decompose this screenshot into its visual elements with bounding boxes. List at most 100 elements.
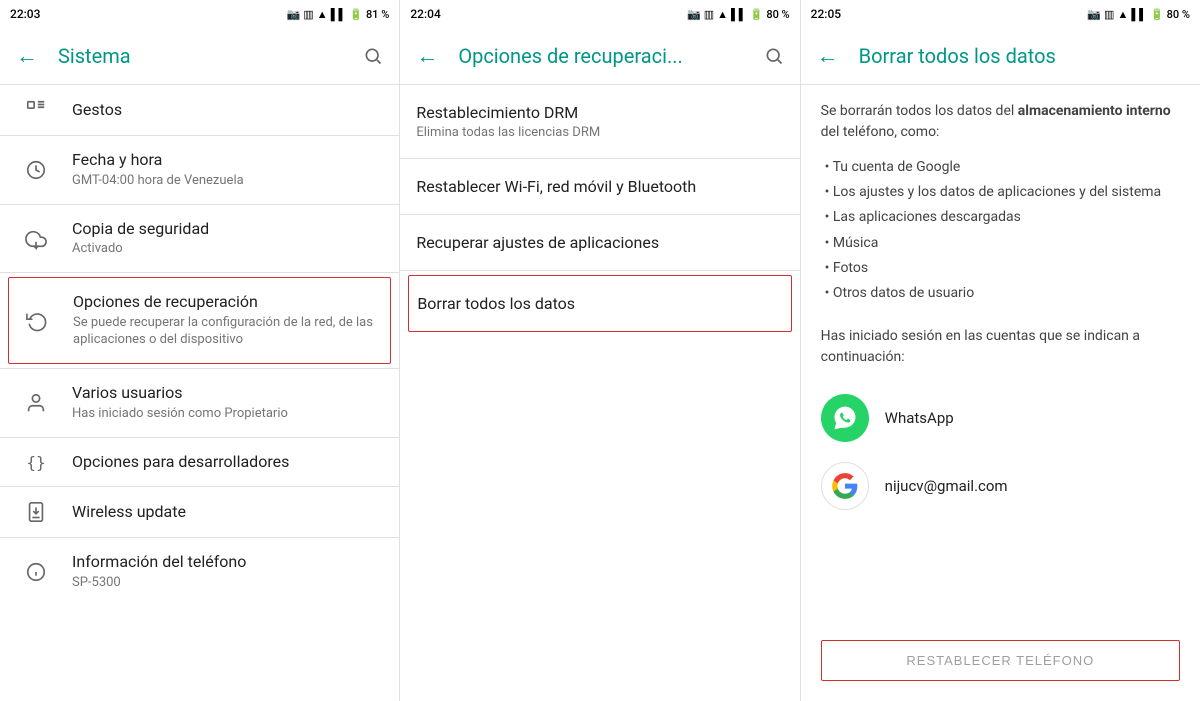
- borrar-list: • Tu cuenta de Google • Los ajustes y lo…: [821, 155, 1180, 306]
- vibrate-icon-1: ▥: [303, 8, 313, 21]
- wifi-icon-2: ▲: [717, 8, 728, 21]
- wifi-title: Restablecer Wi-Fi, red móvil y Bluetooth: [416, 177, 783, 196]
- wireless-title: Wireless update: [72, 502, 383, 523]
- recovery-drm[interactable]: Restablecimiento DRM Elimina todas las l…: [400, 85, 799, 158]
- account-whatsapp: WhatsApp: [821, 384, 1180, 452]
- battery-text-2: 80 %: [766, 8, 789, 21]
- list-item-ajustes: • Los ajustes y los datos de aplicacione…: [825, 180, 1180, 205]
- signal-icon-1: ▌▌: [331, 8, 347, 21]
- usuarios-subtitle: Has iniciado sesión como Propietario: [72, 406, 383, 423]
- fecha-subtitle: GMT-04:00 hora de Venezuela: [72, 173, 383, 190]
- recovery-wifi[interactable]: Restablecer Wi-Fi, red móvil y Bluetooth: [400, 159, 799, 214]
- panel3-title: Borrar todos los datos: [859, 44, 1184, 68]
- panel3-body: Se borrarán todos los datos del almacena…: [801, 85, 1200, 624]
- signal-icon-3: ▌▌: [1131, 8, 1147, 21]
- recovery-borrar[interactable]: Borrar todos los datos: [408, 275, 791, 332]
- status-time-3: 22:05: [811, 7, 841, 21]
- status-time-1: 22:03: [10, 7, 40, 21]
- status-bar-panel2: 22:04 📷 ▥ ▲ ▌▌ 🔋 80 %: [400, 0, 800, 28]
- search-button-2[interactable]: [764, 46, 784, 66]
- drm-title: Restablecimiento DRM: [416, 103, 783, 122]
- ajustes-title: Recuperar ajustes de aplicaciones: [416, 233, 783, 252]
- camera-icon-3: 📷: [1087, 8, 1101, 21]
- copia-text: Copia de seguridad Activado: [72, 219, 383, 259]
- copia-subtitle: Activado: [72, 241, 383, 258]
- fecha-text: Fecha y hora GMT-04:00 hora de Venezuela: [72, 150, 383, 190]
- opciones-subtitle: Se puede recuperar la configuración de l…: [73, 315, 382, 349]
- download-icon: [16, 501, 56, 523]
- panel3-header: ← Borrar todos los datos: [801, 28, 1200, 84]
- info-icon: [16, 561, 56, 583]
- status-bar-panel1: 22:03 📷 ▥ ▲ ▌▌ 🔋 81 %: [0, 0, 400, 28]
- back-button-2[interactable]: ←: [416, 43, 438, 69]
- setting-fecha[interactable]: Fecha y hora GMT-04:00 hora de Venezuela: [0, 136, 399, 204]
- battery-text-1: 81 %: [366, 8, 389, 21]
- battery-text-3: 80 %: [1167, 8, 1190, 21]
- divider-ajustes: [400, 270, 799, 271]
- whatsapp-name: WhatsApp: [885, 409, 954, 427]
- battery-icon-1: 🔋: [349, 8, 363, 21]
- gestos-icon: [16, 99, 56, 121]
- signal-icon-2: ▌▌: [731, 8, 747, 21]
- account-google: nijucv@gmail.com: [821, 452, 1180, 520]
- vibrate-icon-2: ▥: [704, 8, 714, 21]
- panel-sistema: ← Sistema Gestos: [0, 28, 400, 701]
- reset-button-container: RESTABLECER TELÉFONO: [801, 624, 1200, 701]
- setting-gestos[interactable]: Gestos: [0, 85, 399, 135]
- info-title: Información del teléfono: [72, 552, 383, 573]
- info-subtitle: SP-5300: [72, 575, 383, 592]
- list-item-fotos: • Fotos: [825, 256, 1180, 281]
- dev-title: Opciones para desarrolladores: [72, 452, 383, 473]
- back-button-1[interactable]: ←: [16, 43, 38, 69]
- opciones-text: Opciones de recuperación Se puede recupe…: [73, 292, 382, 349]
- setting-usuarios[interactable]: Varios usuarios Has iniciado sesión como…: [0, 369, 399, 437]
- search-button-1[interactable]: [363, 46, 383, 66]
- reset-button[interactable]: RESTABLECER TELÉFONO: [821, 640, 1180, 681]
- wifi-icon-1: ▲: [317, 8, 328, 21]
- clock-icon: [16, 159, 56, 181]
- battery-icon-2: 🔋: [750, 8, 764, 21]
- panel1-header: ← Sistema: [0, 28, 399, 84]
- vibrate-icon-3: ▥: [1104, 8, 1114, 21]
- gestos-title: Gestos: [72, 100, 383, 121]
- back-button-3[interactable]: ←: [817, 43, 839, 69]
- battery-icon-3: 🔋: [1150, 8, 1164, 21]
- camera-icon-2: 📷: [687, 8, 701, 21]
- history-icon: [17, 310, 57, 332]
- setting-wireless[interactable]: Wireless update: [0, 487, 399, 537]
- usuarios-title: Varios usuarios: [72, 383, 383, 404]
- person-icon: [16, 392, 56, 414]
- list-item-musica: • Música: [825, 231, 1180, 256]
- recovery-ajustes[interactable]: Recuperar ajustes de aplicaciones: [400, 215, 799, 270]
- copia-title: Copia de seguridad: [72, 219, 383, 240]
- fecha-title: Fecha y hora: [72, 150, 383, 171]
- borrar-title: Borrar todos los datos: [417, 294, 782, 313]
- setting-copia[interactable]: Copia de seguridad Activado: [0, 205, 399, 273]
- list-item-apps: • Las aplicaciones descargadas: [825, 205, 1180, 230]
- camera-icon-1: 📷: [287, 8, 301, 21]
- wifi-icon-3: ▲: [1117, 8, 1128, 21]
- status-bar-panel3: 22:05 📷 ▥ ▲ ▌▌ 🔋 80 %: [801, 0, 1200, 28]
- setting-info[interactable]: Información del teléfono SP-5300: [0, 538, 399, 606]
- list-item-otros: • Otros datos de usuario: [825, 281, 1180, 306]
- status-time-2: 22:04: [410, 7, 440, 21]
- gestos-text: Gestos: [72, 100, 383, 121]
- panel-recovery: ← Opciones de recuperaci... Restablecimi…: [400, 28, 800, 701]
- setting-opciones[interactable]: Opciones de recuperación Se puede recupe…: [8, 277, 391, 364]
- whatsapp-icon: [821, 394, 869, 442]
- panel-borrar: ← Borrar todos los datos Se borrarán tod…: [801, 28, 1200, 701]
- panel1-title: Sistema: [58, 44, 363, 68]
- borrar-description: Se borrarán todos los datos del almacena…: [821, 101, 1180, 143]
- session-text: Has iniciado sesión en las cuentas que s…: [821, 326, 1180, 368]
- cloud-icon: [16, 228, 56, 250]
- drm-subtitle: Elimina todas las licencias DRM: [416, 125, 783, 140]
- setting-dev[interactable]: {} Opciones para desarrolladores: [0, 438, 399, 487]
- divider-copia: [0, 272, 399, 273]
- info-text: Información del teléfono SP-5300: [72, 552, 383, 592]
- google-account-name: nijucv@gmail.com: [885, 477, 1008, 495]
- opciones-title: Opciones de recuperación: [73, 292, 382, 313]
- list-item-google: • Tu cuenta de Google: [825, 155, 1180, 180]
- dev-text: Opciones para desarrolladores: [72, 452, 383, 473]
- code-icon: {}: [16, 453, 56, 472]
- panel2-header: ← Opciones de recuperaci...: [400, 28, 799, 84]
